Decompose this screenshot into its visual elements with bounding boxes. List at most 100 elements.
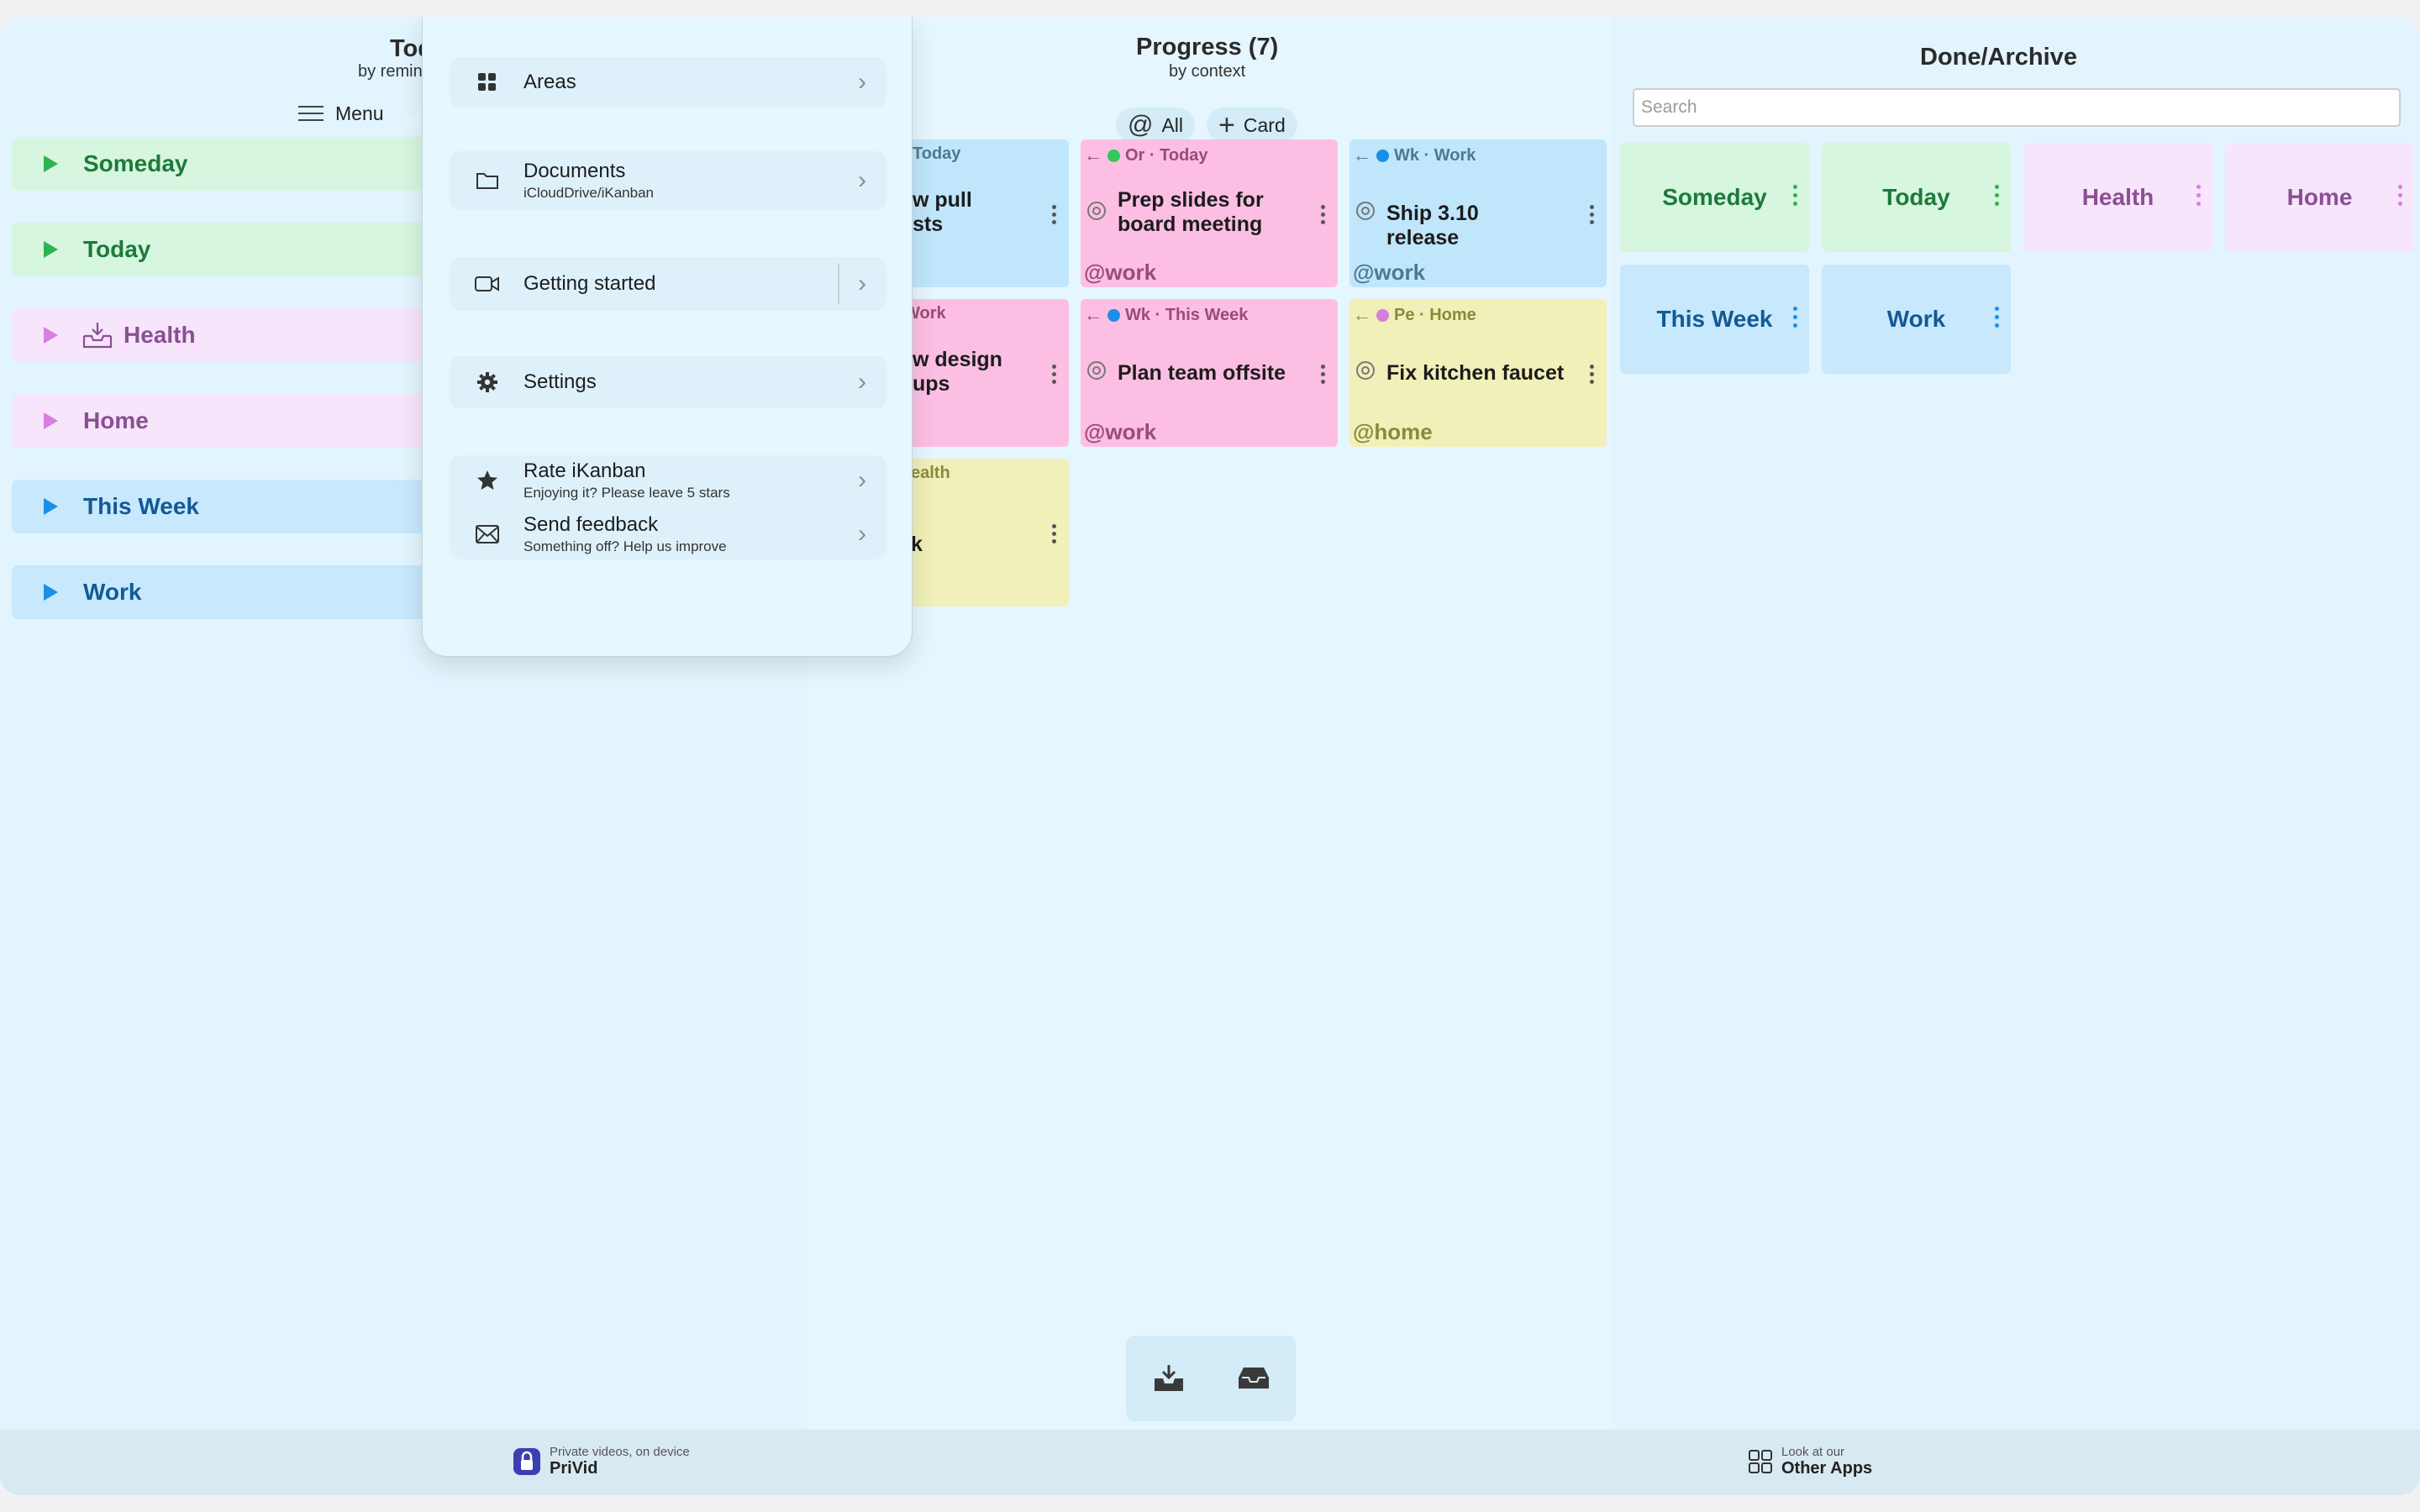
more-options-icon[interactable]	[1321, 205, 1326, 224]
more-options-icon[interactable]	[2196, 185, 2201, 206]
target-icon[interactable]	[1087, 361, 1106, 380]
menu-popover: Areas › Documents iCloudDrive/iKanban › …	[422, 17, 913, 657]
archive-tile-home[interactable]: Home	[2225, 143, 2414, 252]
disclosure-triangle-icon[interactable]	[44, 584, 58, 601]
area-row-home[interactable]: Home	[12, 394, 449, 448]
disclosure-triangle-icon[interactable]	[44, 327, 58, 344]
more-options-icon[interactable]	[1793, 307, 1797, 328]
done-column-title: Done/Archive	[1920, 44, 2077, 71]
target-icon[interactable]	[1356, 202, 1375, 220]
more-options-icon[interactable]	[1321, 365, 1326, 384]
area-row-today[interactable]: Today	[12, 223, 449, 276]
task-card[interactable]: ← Wk · This Week Plan team offsite @work	[1081, 299, 1338, 447]
menu-item-areas[interactable]: Areas ›	[450, 57, 886, 108]
archive-tile-today[interactable]: Today	[1822, 143, 2011, 252]
left-arrow-icon: ←	[1084, 304, 1102, 325]
menu-item-settings[interactable]: Settings ›	[450, 356, 886, 408]
card-context-tag: @home	[1353, 419, 1433, 444]
more-options-icon[interactable]	[1995, 185, 1999, 206]
progress-toolbar: @ All + Card	[1116, 108, 1297, 143]
other-apps-link[interactable]: Look at our Other Apps	[1748, 1445, 1872, 1478]
app-grid-icon	[1749, 1450, 1772, 1473]
left-arrow-icon: ←	[1353, 144, 1371, 165]
card-header: ← Wk · Work	[1353, 144, 1476, 165]
card-title: k	[911, 533, 923, 556]
menu-button-label: Menu	[335, 102, 384, 124]
area-row-this-week[interactable]: This Week	[12, 480, 449, 533]
area-label: Today	[83, 236, 151, 262]
card-title: Fix kitchen faucet	[1386, 361, 1565, 385]
popover-arrow	[403, 109, 422, 133]
more-options-icon[interactable]	[1590, 205, 1595, 224]
chevron-right-icon: ›	[858, 270, 866, 297]
task-card[interactable]: ← Wk · Work Ship 3.10 release @work	[1349, 139, 1607, 287]
target-icon[interactable]	[1087, 202, 1106, 220]
left-arrow-icon: ←	[1353, 304, 1371, 325]
at-sign-icon: @	[1128, 111, 1154, 139]
archive-tile-health[interactable]: Health	[2023, 143, 2212, 252]
menu-item-send-feedback[interactable]: Send feedback Something off? Help us imp…	[450, 509, 886, 559]
more-options-icon[interactable]	[2398, 185, 2402, 206]
disclosure-triangle-icon[interactable]	[44, 155, 58, 172]
menu-button[interactable]: Menu	[298, 97, 384, 130]
card-header: ealth	[911, 464, 950, 482]
card-context-tag: @work	[1084, 260, 1157, 285]
card-header: ← Wk · This Week	[1084, 304, 1249, 325]
menu-item-getting-started[interactable]: Getting started ›	[450, 257, 886, 311]
envelope-icon	[475, 522, 500, 547]
card-header: ← Pe · Home	[1353, 304, 1476, 325]
privid-app-icon	[513, 1448, 540, 1475]
chevron-right-icon: ›	[858, 520, 866, 548]
area-label: This Week	[83, 493, 199, 519]
card-context-tag: @work	[1353, 260, 1426, 285]
progress-column-title: Progress (7)	[1136, 34, 1279, 60]
add-card-button[interactable]: + Card	[1207, 108, 1297, 143]
disclosure-triangle-icon[interactable]	[44, 412, 58, 429]
folder-icon	[475, 168, 500, 193]
area-label: Work	[83, 579, 142, 605]
card-title: Ship 3.10 release	[1386, 202, 1479, 249]
area-row-work[interactable]: Work	[12, 565, 449, 619]
menu-item-documents[interactable]: Documents iCloudDrive/iKanban ›	[450, 151, 886, 210]
more-options-icon[interactable]	[1590, 365, 1595, 384]
more-options-icon[interactable]	[1793, 185, 1797, 206]
star-icon	[475, 468, 500, 493]
move-to-inbox-icon[interactable]	[1152, 1363, 1186, 1394]
hamburger-icon	[298, 106, 324, 121]
area-row-someday[interactable]: Someday	[12, 137, 449, 191]
context-filter-label: All	[1161, 113, 1184, 136]
privid-promo-link[interactable]: Private videos, on device PriVid	[513, 1445, 690, 1478]
archive-tile-work[interactable]: Work	[1822, 265, 2011, 374]
card-title: w design ups	[913, 348, 1002, 396]
task-card[interactable]: ← Pe · Home Fix kitchen faucet @home	[1349, 299, 1607, 447]
card-title: w pull sts	[913, 188, 972, 236]
disclosure-triangle-icon[interactable]	[44, 241, 58, 258]
disclosure-triangle-icon[interactable]	[44, 498, 58, 515]
archive-tile-this-week[interactable]: This Week	[1620, 265, 1809, 374]
bottom-tray	[1126, 1336, 1296, 1421]
status-dot	[1107, 308, 1120, 322]
context-filter-button[interactable]: @ All	[1116, 108, 1196, 143]
menu-item-rate[interactable]: Rate iKanban Enjoying it? Please leave 5…	[450, 455, 886, 506]
target-icon[interactable]	[1356, 361, 1375, 380]
inbox-tray-icon	[82, 323, 113, 349]
status-dot	[1376, 308, 1389, 322]
more-options-icon[interactable]	[1052, 365, 1057, 384]
status-dot	[1107, 149, 1120, 162]
area-label: Health	[124, 322, 196, 348]
more-options-icon[interactable]	[1052, 205, 1057, 224]
archive-tile-someday[interactable]: Someday	[1620, 143, 1809, 252]
archive-tray-icon[interactable]	[1237, 1366, 1270, 1391]
grid-icon	[475, 70, 500, 95]
chevron-right-icon: ›	[858, 166, 866, 194]
app-window: Todo by reminders Menu Someday Today Hea…	[0, 17, 2420, 1495]
progress-column-subtitle: by context	[1169, 62, 1246, 81]
task-card[interactable]: ← Or · Today Prep slides for board meetin…	[1081, 139, 1338, 287]
more-options-icon[interactable]	[1052, 524, 1057, 543]
add-card-label: Card	[1243, 113, 1286, 136]
search-input[interactable]: Search	[1633, 88, 2401, 127]
more-options-icon[interactable]	[1995, 307, 1999, 328]
area-label: Home	[83, 407, 149, 433]
plus-icon: +	[1218, 109, 1235, 141]
area-row-health[interactable]: Health	[12, 308, 449, 362]
